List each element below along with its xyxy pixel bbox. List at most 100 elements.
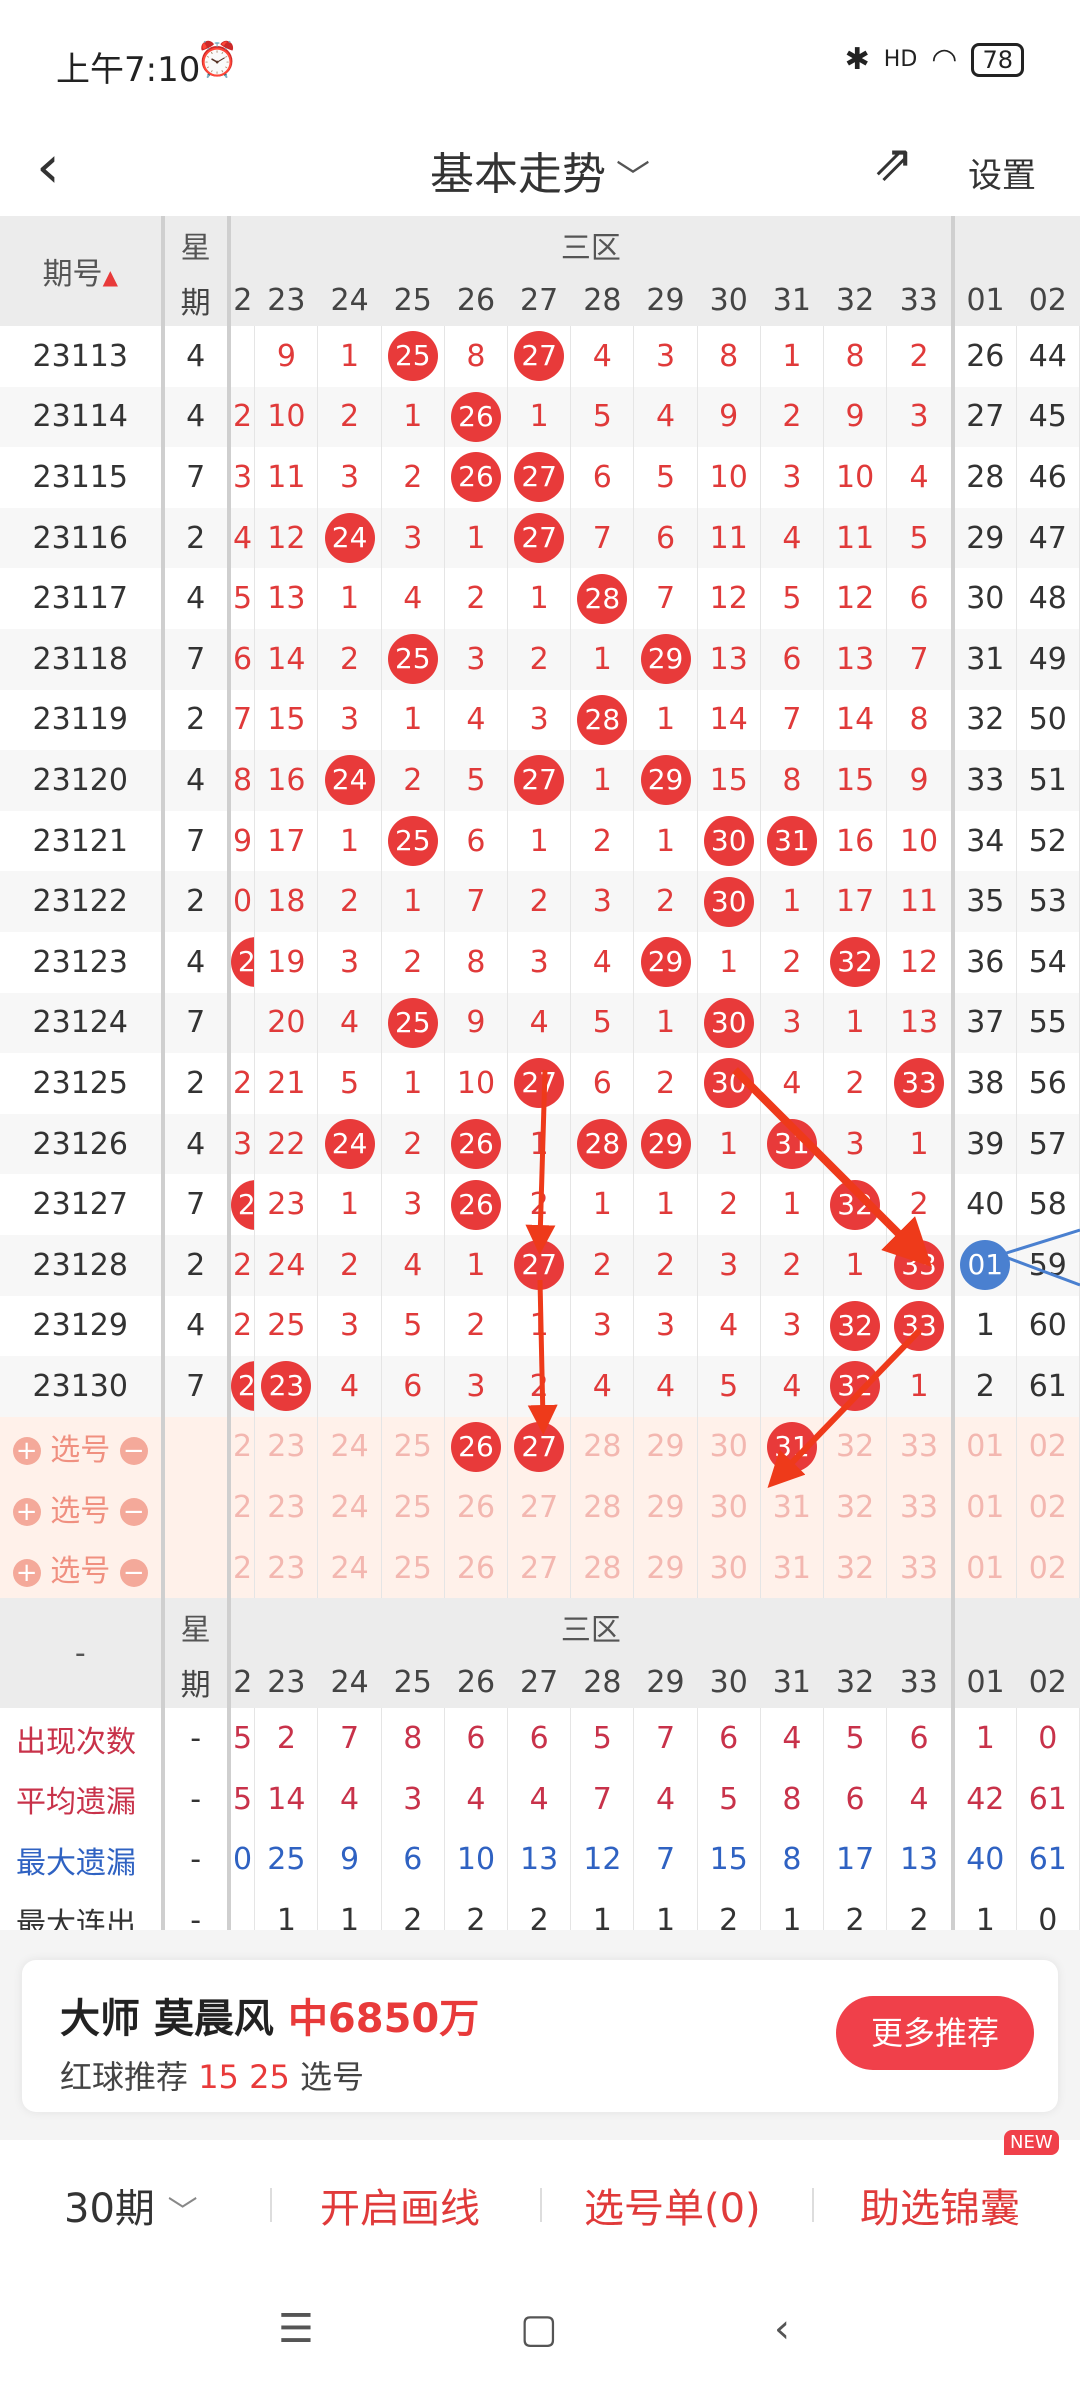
number-cell: 11 <box>823 507 888 569</box>
pick-cell[interactable]: 30 <box>697 1416 761 1478</box>
number-cell: 1 <box>507 1113 572 1175</box>
pick-cell[interactable]: 25 <box>381 1416 445 1478</box>
red-ball[interactable]: 31 <box>766 1421 817 1472</box>
pick-cell[interactable]: 23 <box>254 1537 319 1599</box>
week-header-bottom: 期 <box>162 274 231 326</box>
column-header: 27 <box>507 274 571 326</box>
page-title[interactable]: 基本走势 ﹀ <box>0 138 1080 202</box>
pick-cell[interactable]: 24 <box>317 1537 382 1599</box>
pick-cell[interactable]: 33 <box>886 1537 955 1599</box>
number-cell: 36 <box>952 931 1017 993</box>
pick-cell[interactable]: 02 <box>1016 1416 1080 1478</box>
pick-cell[interactable]: 01 <box>952 1537 1017 1599</box>
table-row: 23127722231326211213224058 <box>0 1174 1080 1235</box>
plus-icon[interactable]: + <box>12 1558 41 1587</box>
new-badge: NEW <box>1004 2130 1059 2155</box>
help-kit-button[interactable]: 助选锦囊 <box>860 2176 1020 2234</box>
draw-line-button[interactable]: 开启画线 <box>320 2176 480 2234</box>
pick-cell[interactable]: 27 <box>507 1537 572 1599</box>
settings-button[interactable]: 设置 <box>968 148 1036 197</box>
pick-cell[interactable]: 32 <box>823 1416 888 1478</box>
pick-cell[interactable]: 2 <box>228 1537 256 1599</box>
pick-cell[interactable]: 29 <box>633 1537 698 1599</box>
red-ball[interactable]: 26 <box>450 1421 501 1472</box>
pick-cell[interactable]: 31 <box>760 1477 824 1538</box>
column-header: 02 <box>1016 1656 1080 1709</box>
pick-cell[interactable]: 28 <box>570 1477 635 1538</box>
pick-cell[interactable]: 28 <box>570 1416 635 1478</box>
pick-cell[interactable]: 24 <box>317 1416 382 1478</box>
pick-cell[interactable]: 24 <box>317 1477 382 1538</box>
number-cell: 22 <box>228 1174 256 1235</box>
number-cell: 55 <box>1016 992 1080 1054</box>
pick-cell[interactable]: 01 <box>952 1416 1017 1478</box>
share-icon[interactable]: ⇗ <box>872 134 914 192</box>
minus-icon[interactable]: − <box>119 1558 148 1587</box>
pick-cell[interactable]: 26 <box>444 1416 509 1478</box>
number-cell: 4 <box>317 1356 382 1417</box>
table-row: 23125 2 2 21 5 1 10 27 6 2 30 4 2 33 38 56 <box>0 1053 1080 1114</box>
number-cell: 5 <box>633 447 698 508</box>
number-cell: 4 <box>760 1356 824 1417</box>
pick-row[interactable]: + 选号 −2 23 24 25 26 27 28 29 30 31 32 33 01 02 <box>0 1477 1080 1538</box>
pick-cell[interactable]: 2 <box>228 1477 256 1538</box>
pick-cell[interactable]: 30 <box>697 1477 761 1538</box>
pick-cell[interactable]: 27 <box>507 1416 572 1478</box>
pick-cell[interactable]: 28 <box>570 1537 635 1599</box>
red-ball[interactable]: 27 <box>514 1421 565 1472</box>
number-cell: 3 <box>381 1174 445 1235</box>
menu-icon[interactable]: ☰ <box>278 2306 314 2352</box>
number-cell: 1 <box>886 1356 955 1417</box>
number-cell: 4 <box>381 568 445 629</box>
minus-icon[interactable]: − <box>119 1498 148 1527</box>
issue-header[interactable]: 期号▲ <box>0 216 165 326</box>
pick-cell[interactable]: 29 <box>633 1477 698 1538</box>
pick-cell[interactable]: 02 <box>1016 1537 1080 1599</box>
number-cell: 9 <box>823 386 888 448</box>
pick-cell[interactable]: 33 <box>886 1416 955 1478</box>
number-cell: 2 <box>633 1053 698 1114</box>
number-cell: 2 <box>381 931 445 993</box>
number-cell: 1 <box>381 871 445 932</box>
number-cell: 58 <box>1016 1174 1080 1235</box>
period-selector[interactable]: 30期 ﹀ <box>64 2176 198 2234</box>
stat-dash: - <box>162 1769 231 1830</box>
plus-icon[interactable]: + <box>12 1437 41 1466</box>
week-cell: 7 <box>162 992 231 1054</box>
pick-cell[interactable]: 30 <box>697 1537 761 1599</box>
pick-cell[interactable]: 23 <box>254 1416 319 1478</box>
minus-icon[interactable]: − <box>119 1437 148 1466</box>
plus-icon[interactable]: + <box>12 1498 41 1527</box>
number-cell: 51 <box>1016 750 1080 811</box>
pick-cell[interactable]: 26 <box>444 1477 509 1538</box>
pick-cell[interactable]: 01 <box>952 1477 1017 1538</box>
red-ball: 26 <box>450 1119 501 1170</box>
pick-cell[interactable]: 31 <box>760 1537 824 1599</box>
pick-cell[interactable]: 02 <box>1016 1477 1080 1538</box>
pick-cell[interactable]: 25 <box>381 1537 445 1599</box>
home-icon[interactable]: ▢ <box>520 2306 558 2352</box>
pick-row[interactable]: + 选号 −2 23 24 25 26 27 28 29 30 31 32 33 01 02 <box>0 1537 1080 1599</box>
number-cell: 1 <box>507 810 572 872</box>
number-cell: 2 <box>507 1174 572 1235</box>
pick-cell[interactable]: 31 <box>760 1416 824 1478</box>
pick-cell[interactable]: 23 <box>254 1477 319 1538</box>
pick-cell[interactable]: 32 <box>823 1537 888 1599</box>
recommend-card[interactable]: 大师 莫晨风 中6850万 红球推荐 15 25 选号 更多推荐 <box>22 1960 1058 2112</box>
pick-cell[interactable]: 33 <box>886 1477 955 1538</box>
number-cell: 7 <box>633 568 698 629</box>
pick-list-button[interactable]: 选号单(0) <box>584 2176 761 2234</box>
pick-cell[interactable]: 27 <box>507 1477 572 1538</box>
issue-cell: 23124 <box>0 992 165 1054</box>
pick-cell[interactable]: 29 <box>633 1416 698 1478</box>
back-nav-icon[interactable]: ‹ <box>774 2306 790 2352</box>
number-cell: 2 <box>886 1174 955 1235</box>
pick-cell[interactable]: 32 <box>823 1477 888 1538</box>
pick-cell[interactable]: 25 <box>381 1477 445 1538</box>
more-recommend-button[interactable]: 更多推荐 <box>836 1996 1034 2070</box>
table-row: 23119 2 7 15 3 1 4 3 28 1 14 7 14 8 32 50 <box>0 689 1080 751</box>
pick-cell[interactable]: 2 <box>228 1416 256 1478</box>
pick-row[interactable]: + 选号 −2 23 24 25 26 27 28 29 30 31 32 33 01 02 <box>0 1416 1080 1478</box>
pick-cell[interactable]: 26 <box>444 1537 509 1599</box>
column-header: 32 <box>823 274 887 326</box>
